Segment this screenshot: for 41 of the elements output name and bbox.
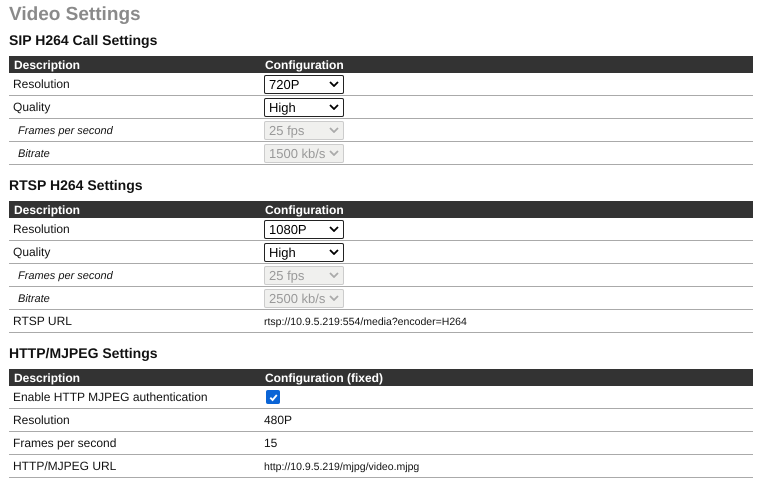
dropdown[interactable]: 1080P <box>264 220 344 238</box>
setting-label: Bitrate <box>17 148 50 160</box>
setting-value: 15 <box>264 436 278 450</box>
caret-icon <box>329 295 339 301</box>
column-header: Configuration (fixed) <box>265 370 383 384</box>
column-header: Configuration <box>265 58 344 72</box>
column-header: Description <box>14 202 80 216</box>
dropdown[interactable]: High <box>264 98 344 116</box>
caret-icon <box>329 127 339 133</box>
setting-label: Resolution <box>13 413 70 427</box>
setting-label: Quality <box>13 245 50 259</box>
setting-label: RTSP URL <box>13 314 72 328</box>
setting-value: 480P <box>264 413 292 427</box>
url-text: http://10.9.5.219/mjpg/video.mjpg <box>264 461 420 473</box>
column-header: Description <box>14 370 80 384</box>
setting-label: Frames per second <box>17 125 113 137</box>
column-header: Description <box>14 58 80 72</box>
caret-icon <box>329 150 339 156</box>
setting-label: Resolution <box>13 222 70 236</box>
dropdown[interactable]: High <box>264 242 344 262</box>
setting-label: Resolution <box>13 77 70 91</box>
setting-label: HTTP/MJPEG URL <box>13 459 116 473</box>
setting-label: Bitrate <box>17 293 50 305</box>
caret-icon <box>329 104 339 110</box>
section-heading: HTTP/MJPEG Settings <box>9 345 158 361</box>
page-title: Video Settings <box>9 4 141 26</box>
caret-icon <box>329 81 339 87</box>
caret-icon <box>329 272 339 278</box>
section-heading: SIP H264 Call Settings <box>9 32 158 48</box>
setting-label: Frames per second <box>13 436 116 450</box>
column-header: Configuration <box>265 202 344 216</box>
url-text: rtsp://10.9.5.219:554/media?encoder=H264 <box>264 316 467 328</box>
caret-icon <box>329 249 339 255</box>
caret-icon <box>329 226 339 232</box>
setting-label: Enable HTTP MJPEG authentication <box>13 390 208 404</box>
setting-label: Frames per second <box>17 270 113 282</box>
section-heading: RTSP H264 Settings <box>9 177 143 193</box>
checkbox[interactable] <box>266 390 280 404</box>
check-icon <box>268 392 278 403</box>
dropdown[interactable]: 720P <box>264 74 344 94</box>
setting-label: Quality <box>13 100 50 114</box>
